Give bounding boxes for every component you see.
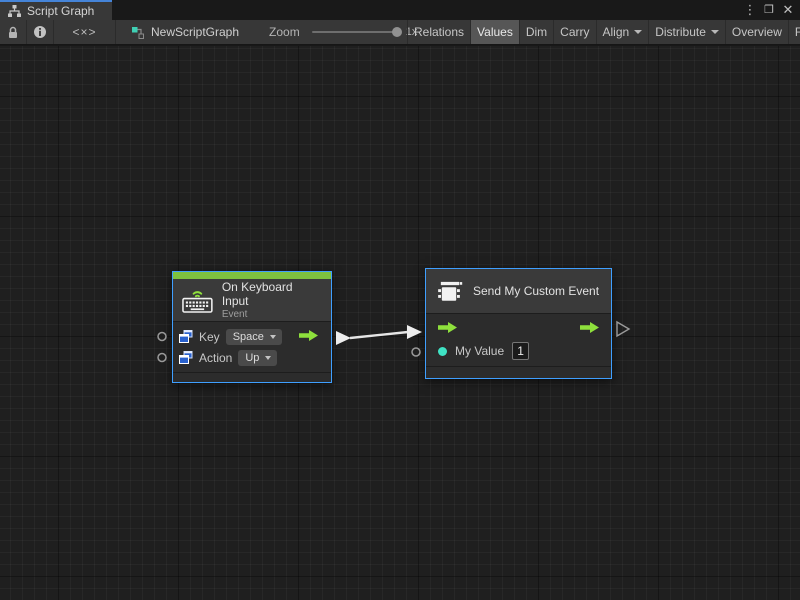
node-body: Key Space Action xyxy=(173,321,331,372)
align-button[interactable]: Align xyxy=(597,20,650,44)
my-value-input[interactable]: 1 xyxy=(512,342,529,360)
flow-row xyxy=(432,318,605,340)
node-footer xyxy=(173,372,331,382)
toolbar-buttons: Relations Values Dim Carry Align Distrib… xyxy=(407,20,800,44)
node-title: Send My Custom Event xyxy=(473,284,599,298)
flow-output-port[interactable] xyxy=(299,328,318,346)
maximize-icon[interactable]: ❐ xyxy=(761,0,777,20)
action-label: Action xyxy=(199,351,232,365)
key-dropdown[interactable]: Space xyxy=(226,329,282,345)
graph-variable-icon xyxy=(179,351,193,364)
script-graph-window: Script Graph ⋮ ❐ ✕ <×> xyxy=(0,0,800,600)
graph-canvas[interactable]: On Keyboard Input Event Key Space xyxy=(0,46,800,600)
zoom-label: Zoom xyxy=(269,25,300,39)
breadcrumb[interactable]: NewScriptGraph xyxy=(132,20,239,44)
dim-button[interactable]: Dim xyxy=(520,20,554,44)
connection-start-arrow xyxy=(336,331,351,345)
info-icon xyxy=(33,25,47,39)
flow-input-port[interactable] xyxy=(438,320,457,338)
overview-button[interactable]: Overview xyxy=(726,20,789,44)
action-port-row: Action Up xyxy=(179,347,325,368)
close-icon[interactable]: ✕ xyxy=(780,0,796,20)
carry-button[interactable]: Carry xyxy=(554,20,596,44)
my-value-input-port[interactable] xyxy=(412,348,420,356)
flow-arrow-icon xyxy=(438,322,457,333)
graph-toolbar: <×> NewScriptGraph Zoom 1x Relations Val… xyxy=(0,20,800,45)
relations-button[interactable]: Relations xyxy=(407,20,471,44)
node-send-my-custom-event[interactable]: Send My Custom Event xyxy=(425,268,612,379)
script-graph-icon xyxy=(8,5,21,17)
tab-script-graph[interactable]: Script Graph xyxy=(0,0,112,20)
node-header[interactable]: Send My Custom Event xyxy=(426,269,611,313)
zoom-control: Zoom 1x xyxy=(269,20,417,44)
my-value-row: My Value 1 xyxy=(432,340,605,362)
key-label: Key xyxy=(199,330,220,344)
chevron-down-icon xyxy=(270,335,276,339)
action-input-port[interactable] xyxy=(158,354,166,362)
window-controls: ⋮ ❐ ✕ xyxy=(742,0,796,20)
flow-arrow-icon xyxy=(299,330,318,341)
my-value-label: My Value xyxy=(455,344,504,358)
graph-variable-icon xyxy=(179,330,193,343)
key-input-port[interactable] xyxy=(158,333,166,341)
keyboard-icon xyxy=(182,287,213,313)
distribute-button[interactable]: Distribute xyxy=(649,20,726,44)
value-port-icon[interactable] xyxy=(438,347,447,356)
flow-continue-arrow[interactable] xyxy=(617,322,629,336)
zoom-slider-handle[interactable] xyxy=(392,27,402,37)
zoom-slider[interactable] xyxy=(312,31,398,33)
flow-arrow-icon xyxy=(580,322,599,333)
tab-title: Script Graph xyxy=(27,4,94,18)
node-body: My Value 1 xyxy=(426,313,611,366)
flow-output-port[interactable] xyxy=(580,320,599,338)
lock-button[interactable] xyxy=(0,20,27,44)
connection-end-arrow xyxy=(407,325,422,339)
node-footer xyxy=(426,366,611,378)
tab-strip: Script Graph ⋮ ❐ ✕ xyxy=(0,0,800,20)
graph-icon xyxy=(132,26,145,39)
values-button[interactable]: Values xyxy=(471,20,520,44)
event-color-bar xyxy=(173,272,331,279)
node-header[interactable]: On Keyboard Input Event xyxy=(173,279,331,321)
node-title: On Keyboard Input xyxy=(222,280,322,308)
info-button[interactable] xyxy=(27,20,54,44)
code-view-button[interactable]: <×> xyxy=(54,20,116,44)
more-menu-icon[interactable]: ⋮ xyxy=(742,0,758,20)
connections-overlay xyxy=(0,46,800,600)
chevron-down-icon xyxy=(634,30,642,34)
graph-name: NewScriptGraph xyxy=(151,25,239,39)
code-icon: <×> xyxy=(72,25,96,39)
chevron-down-icon xyxy=(265,356,271,360)
action-dropdown[interactable]: Up xyxy=(238,350,277,366)
node-on-keyboard-input[interactable]: On Keyboard Input Event Key Space xyxy=(172,271,332,383)
node-titles: On Keyboard Input Event xyxy=(222,280,322,321)
custom-event-icon xyxy=(435,279,464,304)
fullscreen-button[interactable]: Full Screen xyxy=(789,20,800,44)
node-subtitle: Event xyxy=(222,309,322,321)
key-port-row: Key Space xyxy=(179,326,325,347)
flow-connection[interactable] xyxy=(350,332,408,338)
chevron-down-icon xyxy=(711,30,719,34)
lock-icon xyxy=(7,26,19,39)
